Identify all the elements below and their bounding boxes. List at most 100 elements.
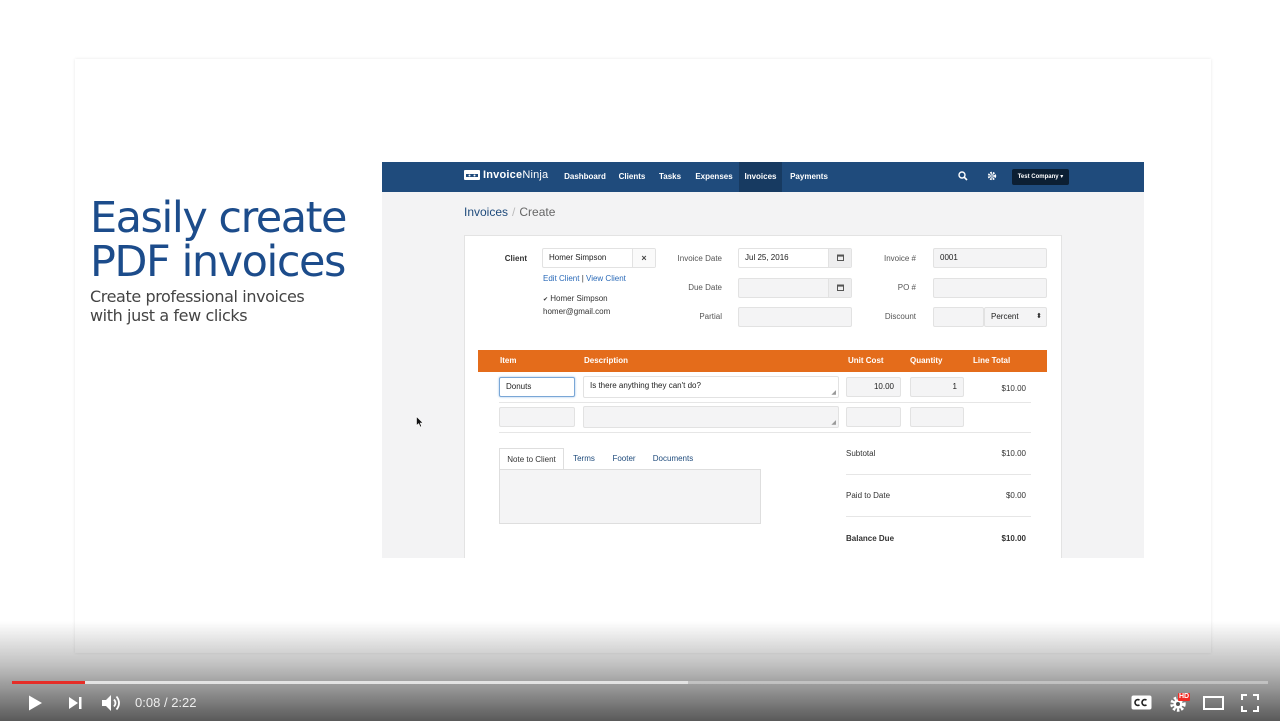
balance-due-value: $10.00: [1001, 534, 1026, 543]
item-input[interactable]: [499, 407, 575, 427]
nav-clients[interactable]: Clients: [614, 162, 650, 192]
nav-tasks[interactable]: Tasks: [655, 162, 685, 192]
client-value: Homer Simpson: [549, 253, 607, 262]
due-date-label: Due Date: [688, 283, 722, 292]
description-textarea[interactable]: Is there anything they can't do? ◢: [583, 376, 839, 398]
client-input[interactable]: Homer Simpson ×: [542, 248, 656, 268]
brand-logo[interactable]: InvoiceNinja: [464, 169, 548, 181]
quantity-input[interactable]: [910, 407, 964, 427]
company-dropdown[interactable]: Test Company ▾: [1012, 169, 1069, 185]
nav-payments[interactable]: Payments: [785, 162, 833, 192]
hd-badge: HD: [1178, 693, 1191, 701]
subhead-line-2: with just a few clicks: [90, 306, 248, 325]
tab-footer[interactable]: Footer: [606, 448, 642, 470]
invoice-number-label: Invoice #: [883, 254, 916, 263]
line-items-header: Item Description Unit Cost Quantity Line…: [478, 350, 1047, 372]
paid-to-date-label: Paid to Date: [846, 491, 891, 500]
quantity-input[interactable]: 1: [910, 377, 964, 397]
current-time: 0:08: [135, 695, 161, 710]
duration: 2:22: [171, 695, 197, 710]
client-label: Client: [504, 254, 527, 263]
discount-input[interactable]: [933, 307, 984, 327]
contact-info: ✔ Homer Simpson homer@gmail.com: [543, 293, 610, 317]
totals-divider: [846, 516, 1031, 517]
due-date-input[interactable]: [738, 278, 852, 298]
tab-documents[interactable]: Documents: [647, 448, 699, 470]
discount-type-select[interactable]: Percent ⬍: [984, 307, 1047, 327]
po-number-input[interactable]: [933, 278, 1047, 298]
slide-headline: Easily create PDF invoices: [90, 196, 360, 284]
progress-played: [12, 681, 85, 684]
description-textarea[interactable]: ◢: [583, 406, 839, 428]
breadcrumb-separator: /: [512, 205, 516, 219]
nav-expenses[interactable]: Expenses: [690, 162, 738, 192]
note-to-client-textarea[interactable]: [499, 469, 761, 524]
gear-icon[interactable]: [987, 171, 997, 181]
contact-email: homer@gmail.com: [543, 307, 611, 316]
nav-dashboard[interactable]: Dashboard: [560, 162, 610, 192]
contact-checkbox[interactable]: ✔: [543, 297, 548, 303]
unit-cost-input[interactable]: 10.00: [846, 377, 901, 397]
textarea-resize-icon[interactable]: ◢: [831, 390, 836, 396]
headline-line-2: PDF invoices: [90, 237, 346, 287]
time-display: 0:08 / 2:22: [135, 694, 197, 712]
top-navbar: InvoiceNinja Dashboard Clients Tasks Exp…: [382, 162, 1144, 192]
description-value: Is there anything they can't do?: [590, 381, 701, 390]
invoice-date-label: Invoice Date: [677, 254, 722, 263]
invoice-number-input[interactable]: 0001: [933, 248, 1047, 268]
invoice-date-value: Jul 25, 2016: [745, 253, 789, 262]
header-description: Description: [584, 356, 629, 365]
tab-terms[interactable]: Terms: [566, 448, 602, 470]
client-links: Edit Client | View Client: [543, 273, 626, 284]
row-divider: [499, 402, 1031, 403]
calendar-icon[interactable]: [828, 279, 851, 297]
invoice-app-screenshot: InvoiceNinja Dashboard Clients Tasks Exp…: [382, 162, 1144, 558]
mouse-cursor-icon: [416, 416, 424, 428]
subhead-line-1: Create professional invoices: [90, 287, 305, 306]
row-divider: [499, 432, 1031, 433]
progress-loaded: [12, 681, 688, 684]
progress-bar[interactable]: [12, 681, 1268, 684]
contact-name: Homer Simpson: [550, 294, 608, 303]
nav-invoices[interactable]: Invoices: [739, 162, 782, 192]
po-number-label: PO #: [897, 283, 916, 292]
header-quantity: Quantity: [910, 356, 943, 365]
item-input[interactable]: Donuts: [499, 377, 575, 397]
volume-icon[interactable]: [101, 693, 123, 713]
link-separator: |: [581, 274, 584, 283]
captions-icon[interactable]: [1131, 695, 1152, 710]
discount-label: Discount: [884, 312, 916, 321]
tab-note-to-client[interactable]: Note to Client: [499, 448, 564, 470]
breadcrumb-invoices-link[interactable]: Invoices: [464, 205, 508, 219]
header-line-total: Line Total: [973, 356, 1011, 365]
next-icon[interactable]: [68, 696, 83, 710]
settings-button[interactable]: HD: [1169, 693, 1193, 713]
subtotal-label: Subtotal: [846, 449, 876, 458]
fullscreen-icon[interactable]: [1241, 694, 1259, 712]
line-total: $10.00: [1001, 384, 1026, 393]
subtotal-value: $10.00: [1001, 449, 1026, 458]
invoice-date-input[interactable]: Jul 25, 2016: [738, 248, 852, 268]
play-icon[interactable]: [26, 694, 44, 712]
clear-client-icon[interactable]: ×: [632, 249, 655, 267]
search-icon[interactable]: [958, 171, 968, 181]
theater-mode-icon[interactable]: [1203, 696, 1224, 710]
time-separator: /: [163, 695, 168, 710]
textarea-resize-icon[interactable]: ◢: [831, 420, 836, 426]
slide-subheading: Create professional invoices with just a…: [90, 287, 340, 325]
unit-cost-input[interactable]: [846, 407, 901, 427]
header-unit-cost: Unit Cost: [848, 356, 884, 365]
headline-line-1: Easily create: [90, 193, 347, 243]
brand-name: InvoiceNinja: [483, 169, 549, 181]
view-client-link[interactable]: View Client: [586, 274, 626, 283]
header-item: Item: [500, 356, 517, 365]
ninja-logo-icon: [464, 170, 480, 180]
breadcrumb: Invoices / Create: [464, 205, 555, 219]
edit-client-link[interactable]: Edit Client: [543, 274, 579, 283]
partial-input[interactable]: [738, 307, 852, 327]
partial-label: Partial: [699, 312, 722, 321]
calendar-icon[interactable]: [828, 249, 851, 267]
balance-due-label: Balance Due: [846, 534, 895, 543]
select-arrows-icon: ⬍: [1036, 313, 1042, 320]
discount-type-value: Percent: [991, 312, 1019, 321]
